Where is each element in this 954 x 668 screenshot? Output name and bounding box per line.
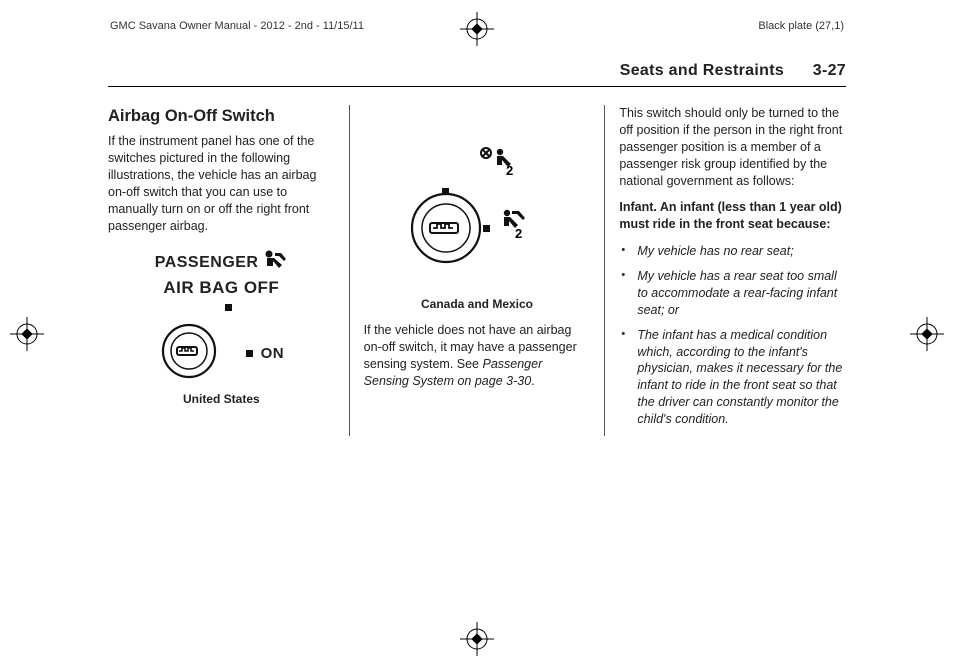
list-item: My vehicle has no rear seat; [619,243,846,260]
airbag-off-label: AIR BAG OFF [163,278,279,297]
person-seated-icon [262,249,288,271]
print-meta-left: GMC Savana Owner Manual - 2012 - 2nd - 1… [110,20,364,40]
crop-mark-right [910,317,944,351]
page-content: Seats and Restraints 3-27 Airbag On-Off … [108,62,846,618]
col1-paragraph-1: If the instrument panel has one of the s… [108,133,335,234]
col3-bold-intro: Infant. An infant (less than 1 year old)… [619,199,846,233]
figure-us-caption: United States [108,391,335,407]
column-3: This switch should only be turned to the… [604,105,846,436]
on-label: ON [261,345,285,362]
figure-us-switch: PASSENGER AIR BAG OFF [108,249,335,385]
col3-paragraph-1: This switch should only be turned to the… [619,105,846,189]
figure-canada-caption: Canada and Mexico [364,296,591,312]
crop-mark-bottom [460,622,494,656]
canada-switch-icon: 2 2 [402,135,552,285]
on-marker: ON [246,347,284,361]
list-item: My vehicle has a rear seat too small to … [619,268,846,319]
section-name: Seats and Restraints [620,62,784,79]
svg-text:2: 2 [515,226,522,241]
print-meta-bar: GMC Savana Owner Manual - 2012 - 2nd - 1… [0,20,954,40]
running-head: Seats and Restraints 3-27 [108,62,846,87]
col2-paragraph-1: If the vehicle does not have an airbag o… [364,322,591,390]
col2-p1-text-a: If the vehicle does not have an airbag o… [364,323,577,371]
page-number: 3-27 [813,62,846,79]
column-1: Airbag On-Off Switch If the instrument p… [108,105,349,436]
section-title: Airbag On-Off Switch [108,105,335,127]
on-square-icon [246,350,253,357]
figure-canada-switch: 2 2 [364,135,591,290]
airbag-off-line: AIR BAG OFF [108,277,335,300]
svg-text:2: 2 [506,163,513,178]
col3-bullet-list: My vehicle has no rear seat; My vehicle … [619,243,846,428]
crop-mark-left [10,317,44,351]
passenger-line: PASSENGER [108,249,335,274]
print-meta-right: Black plate (27,1) [758,20,844,40]
passenger-label: PASSENGER [155,254,259,271]
list-item: The infant has a medical condition which… [619,327,846,428]
col2-p1-text-c: . [531,374,534,388]
indicator-square-icon [225,304,232,311]
switch-knob-icon [159,322,237,380]
knob-row: ON [108,322,335,385]
column-2: 2 2 [349,105,605,436]
